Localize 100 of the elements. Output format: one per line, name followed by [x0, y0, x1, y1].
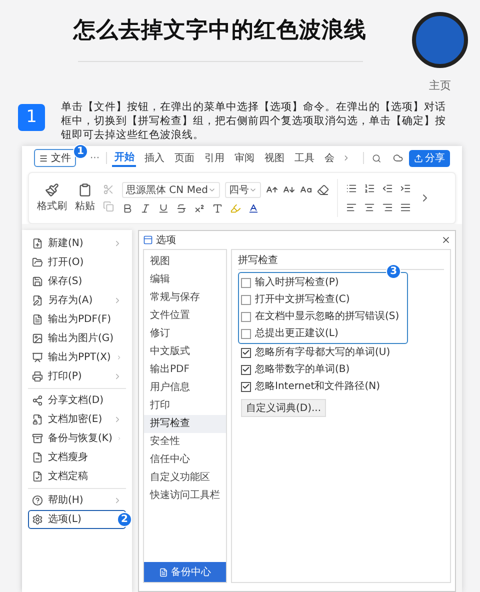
ribbon-tab[interactable]: 引用	[202, 149, 226, 167]
options-nav-item[interactable]: 用户信息	[144, 379, 226, 397]
file-menu-item[interactable]: 文档瘦身	[28, 448, 126, 467]
document-icon	[159, 568, 168, 576]
file-menu-label: 文档定稿	[48, 470, 89, 484]
options-nav-item[interactable]: 自定义功能区	[144, 469, 226, 487]
file-menu-label: 另存为(A)	[48, 294, 94, 308]
file-menu-item[interactable]: 保存(S)	[28, 272, 126, 291]
file-menu-item[interactable]: 输出为PDF(F)	[28, 310, 126, 329]
ribbon-tab[interactable]: 审阅	[232, 149, 256, 167]
file-menu-label: 新建(N)	[48, 236, 84, 251]
checkbox[interactable]	[241, 328, 251, 338]
options-nav-item[interactable]: 常规与保存	[144, 289, 226, 307]
options-nav-item[interactable]: 编辑	[144, 271, 226, 289]
font-size-dropdown[interactable]: 四号	[224, 182, 261, 198]
checkbox-label: 输入时拼写检查(P)	[255, 276, 339, 290]
font-name-dropdown[interactable]: 思源黑体 CN Med	[122, 182, 220, 198]
more-button[interactable]: ···	[90, 150, 100, 166]
close-icon[interactable]	[441, 235, 451, 245]
file-menu-item[interactable]: 输出为图片(G)	[28, 329, 126, 348]
checkbox[interactable]	[241, 382, 251, 392]
options-nav-item[interactable]: 文件位置	[144, 307, 226, 325]
archive-icon	[32, 433, 43, 444]
file-menu-item[interactable]: 另存为(A)	[28, 291, 126, 310]
file-menu-label: 打印(P)	[48, 370, 83, 384]
checkbox[interactable]	[241, 364, 251, 374]
ribbon-tab[interactable]: 会	[322, 149, 336, 167]
strikethrough-icon[interactable]	[176, 203, 187, 214]
checkbox[interactable]	[241, 348, 251, 358]
file-lock-icon	[32, 414, 43, 425]
share-icon	[32, 395, 43, 406]
save-icon	[32, 276, 43, 287]
presentation-icon	[32, 352, 43, 363]
ribbon-tab[interactable]: 工具	[292, 149, 316, 167]
options-nav-item[interactable]: 快速访问工具栏	[144, 487, 226, 505]
outdent-icon[interactable]	[382, 183, 393, 194]
step-instructions: 单击【文件】按钮，在弹出的菜单中选择【选项】命令。在弹出的【选项】对话框中，切换到【拼写检查】组，把右侧前四个复选项取消勾选，单击【确定】按钮即可去掉这些红色波浪线。	[61, 100, 447, 143]
paintbrush-icon[interactable]	[45, 182, 59, 196]
file-check-icon	[32, 471, 43, 482]
text-effect-icon[interactable]	[212, 203, 223, 214]
bold-icon[interactable]	[122, 203, 133, 214]
format-painter-label[interactable]: 格式刷	[37, 198, 67, 214]
ribbon-tab[interactable]: 视图	[262, 149, 286, 167]
checkbox[interactable]	[241, 312, 251, 322]
checkbox-label: 总提出更正建议(L)	[255, 326, 338, 341]
ribbon-tab[interactable]: 开始	[112, 149, 136, 167]
file-menu-item[interactable]: 新建(N)	[28, 234, 126, 253]
eraser-icon[interactable]	[316, 184, 329, 196]
custom-dictionary-button[interactable]: 自定义词典(D)...	[241, 399, 326, 417]
image-icon	[32, 333, 43, 344]
clipboard-icon[interactable]	[78, 182, 92, 196]
menu-icon	[39, 154, 48, 162]
options-nav-item[interactable]: 拼写检查	[144, 415, 226, 433]
callout-badge: 2	[117, 512, 132, 527]
options-nav-item[interactable]: 输出PDF	[144, 361, 226, 379]
home-link[interactable]: 主页	[429, 78, 451, 94]
justify-icon[interactable]	[400, 202, 411, 213]
share-icon	[414, 154, 423, 162]
underline-icon[interactable]	[158, 203, 169, 214]
indent-icon[interactable]	[400, 183, 411, 194]
file-menu-item[interactable]: 帮助(H)	[28, 491, 126, 510]
options-nav-item[interactable]: 修订	[144, 325, 226, 343]
file-text-icon	[32, 314, 43, 325]
options-nav-item[interactable]: 打印	[144, 397, 226, 415]
options-nav-item[interactable]: 视图	[144, 253, 226, 271]
file-menu-item[interactable]: 打开(O)	[28, 253, 126, 272]
page-title: 怎么去掉文字中的红色波浪线	[73, 16, 367, 45]
file-menu-item[interactable]: 输出为PPT(X)	[28, 348, 126, 367]
file-menu-label: 保存(S)	[48, 275, 84, 289]
cloud-icon[interactable]	[392, 152, 403, 164]
step-number: 1	[18, 104, 45, 131]
italic-icon[interactable]	[140, 203, 151, 214]
checkbox[interactable]	[241, 278, 251, 288]
numbered-list-icon[interactable]	[364, 183, 375, 194]
paste-label[interactable]: 粘贴	[75, 198, 95, 214]
file-menu-label: 文档加密(E)	[48, 412, 104, 427]
search-icon[interactable]	[372, 152, 381, 164]
align-center-icon[interactable]	[364, 202, 375, 213]
options-nav-item[interactable]: 安全性	[144, 433, 226, 451]
file-menu-item[interactable]: 文档加密(E)	[28, 410, 126, 429]
font-color-icon[interactable]	[248, 203, 259, 214]
file-menu-item[interactable]: 文档定稿	[28, 467, 126, 486]
checkbox-label: 在文档中显示忽略的拼写错误(S)	[255, 310, 400, 324]
file-menu-item[interactable]: 打印(P)	[28, 367, 126, 386]
align-left-icon[interactable]	[346, 202, 357, 213]
file-menu-label: 输出为图片(G)	[48, 332, 115, 346]
file-menu-item[interactable]: 分享文档(D)	[28, 391, 126, 410]
help-icon	[32, 495, 43, 506]
superscript-icon[interactable]	[194, 203, 205, 214]
file-menu-item[interactable]: 备份与恢复(K)	[28, 429, 126, 448]
checkbox[interactable]	[241, 294, 251, 304]
align-right-icon[interactable]	[382, 202, 393, 213]
file-menu-label: 打开(O)	[48, 256, 85, 270]
share-button[interactable]: 分享	[409, 150, 450, 166]
options-nav-item[interactable]: 中文版式	[144, 343, 226, 361]
backup-center-button[interactable]: 备份中心	[144, 562, 226, 582]
options-nav-item[interactable]: 信任中心	[144, 451, 226, 469]
ribbon-tab[interactable]: 插入	[142, 149, 166, 167]
checkbox-label: 忽略带数字的单词(B)	[255, 362, 350, 377]
ribbon-tab[interactable]: 页面	[172, 149, 196, 167]
